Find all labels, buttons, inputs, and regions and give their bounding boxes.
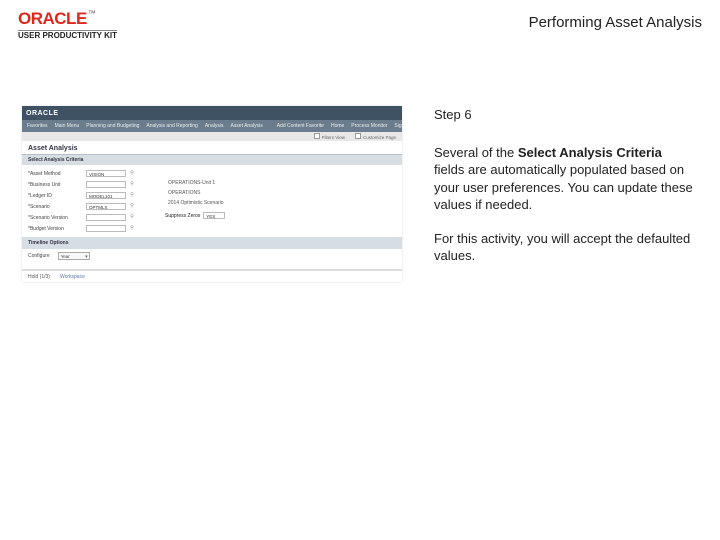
search-icon: ⚲ <box>129 214 135 221</box>
field-label: *Scenario Version <box>28 215 83 221</box>
timeline-body: Configure Year <box>22 249 402 263</box>
timeline-heading: Timeline Options <box>22 237 402 249</box>
field-label: *Business Unit <box>28 182 83 188</box>
sub-bar: Filters View Customize Page <box>22 132 402 141</box>
instruction-panel: Step 6 Several of the Select Analysis Cr… <box>434 106 694 282</box>
field-desc: OPERATIONS <box>168 190 225 196</box>
field-value <box>86 214 126 221</box>
criteria-heading: Select Analysis Criteria <box>22 155 402 165</box>
sub-item: Customize Page <box>363 135 396 140</box>
tab-item: Analysis <box>205 123 224 129</box>
field-value <box>86 181 126 188</box>
section-heading: Asset Analysis <box>22 141 402 155</box>
criteria-body: *Asset Method VISION ⚲ *Business Unit ⚲ … <box>22 165 402 237</box>
logo-sub: USER PRODUCTIVITY KIT <box>18 30 117 40</box>
field-label: *Budget Version <box>28 226 83 232</box>
search-icon: ⚲ <box>129 203 135 210</box>
search-icon: ⚲ <box>129 181 135 188</box>
page-title: Performing Asset Analysis <box>529 14 702 31</box>
checkbox-icon <box>314 133 320 139</box>
tab-item: Favorites <box>27 123 48 129</box>
field-label: *Asset Method <box>28 171 83 177</box>
field-label: Suppress Zeros <box>165 213 200 219</box>
field-desc: OPERATIONS-Unit 1 <box>168 180 225 186</box>
logo-block: ORACLE™ USER PRODUCTIVITY KIT <box>18 10 117 40</box>
oracle-bar: ORACLE <box>22 106 402 120</box>
field-label: *Scenario <box>28 204 83 210</box>
field-value: MODEL101 <box>86 192 126 199</box>
checkbox-icon <box>355 133 361 139</box>
config-select: Year <box>58 252 90 260</box>
instruction-text-1: Several of the Select Analysis Criteria … <box>434 144 694 214</box>
footer-row: Hold (1/3) Workspace <box>22 269 402 282</box>
config-label: Configure <box>28 253 50 259</box>
instruction-text-2: For this activity, you will accept the d… <box>434 230 694 265</box>
tab-item: Planning and Budgeting <box>86 123 139 129</box>
tab-item: Asset Analysis <box>230 123 262 129</box>
logo-tm: ™ <box>88 9 96 18</box>
field-desc: 2014 Optimistic Scenario <box>168 200 225 206</box>
search-icon: ⚲ <box>129 225 135 232</box>
field-desc <box>168 170 225 176</box>
tab-item: Process Monitor <box>351 123 387 129</box>
app-screenshot: ORACLE Favorites Main Menu Planning and … <box>22 106 402 282</box>
step-label: Step 6 <box>434 106 694 124</box>
search-icon: ⚲ <box>129 170 135 177</box>
tab-item: Sign out <box>394 123 402 129</box>
field-value: OPTMLS <box>86 203 126 210</box>
field-value <box>86 225 126 232</box>
sub-item: Filters View <box>322 135 345 140</box>
logo-text: ORACLE <box>18 9 87 28</box>
field-label: *Ledger ID <box>28 193 83 199</box>
tab-item: Add Content Favorite <box>277 123 324 129</box>
search-icon: ⚲ <box>129 192 135 199</box>
tab-item: Main Menu <box>55 123 80 129</box>
tabs-bar: Favorites Main Menu Planning and Budgeti… <box>22 120 402 132</box>
oracle-bar-text: ORACLE <box>26 110 59 117</box>
footer-hold: Hold (1/3) <box>28 274 50 280</box>
field-value: YES <box>203 212 225 219</box>
tab-item: Analysis and Reporting <box>146 123 197 129</box>
footer-link: Workspace <box>60 274 85 280</box>
tab-item: Home <box>331 123 344 129</box>
field-value: VISION <box>86 170 126 177</box>
